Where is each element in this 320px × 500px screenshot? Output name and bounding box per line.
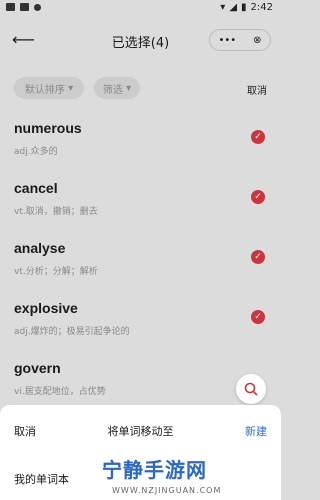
title-bar: ⟵ 已选择(4) ••• ⊗ xyxy=(0,22,281,58)
status-time: 2:42 xyxy=(250,2,273,13)
checkmark-icon[interactable]: ✓ xyxy=(251,250,265,264)
list-item[interactable]: explosive adj.爆炸的；极易引起争论的 ✓ xyxy=(0,300,281,360)
more-dots-icon[interactable]: ••• xyxy=(218,35,236,46)
list-item[interactable]: numerous adj.众多的 ✓ xyxy=(0,120,281,180)
chevron-down-icon: ▾ xyxy=(64,82,74,94)
word-text: numerous xyxy=(14,120,82,136)
word-definition: vi.居支配地位，占优势 xyxy=(14,387,106,397)
watermark-logo: 宁静手游网 WWW.NZJINGUAN.COM xyxy=(100,452,278,500)
search-icon xyxy=(244,382,258,396)
wordbook-option[interactable]: 我的单词本 xyxy=(14,471,69,487)
checkmark-icon[interactable]: ✓ xyxy=(251,190,265,204)
checkmark-icon[interactable]: ✓ xyxy=(251,310,265,324)
sheet-title: 将单词移动至 xyxy=(107,425,174,438)
word-definition: adj.众多的 xyxy=(14,147,58,157)
gmail-icon xyxy=(6,3,15,11)
sort-dropdown[interactable]: 默认排序 ▾ xyxy=(14,77,84,99)
status-right: ▾ ◢ ▮ 2:42 xyxy=(220,2,273,13)
close-circle-icon[interactable]: ⊗ xyxy=(253,35,261,46)
word-text: explosive xyxy=(14,300,78,316)
checkmark-icon[interactable]: ✓ xyxy=(251,130,265,144)
sort-label: 默认排序 xyxy=(24,84,65,96)
filter-bar: 默认排序 ▾ 筛选 ▾ 取消 xyxy=(0,74,281,102)
cancel-selection-button[interactable]: 取消 xyxy=(247,82,267,97)
mini-program-capsule: ••• ⊗ xyxy=(209,29,271,51)
image-icon xyxy=(20,3,29,11)
watermark-url: WWW.NZJINGUAN.COM xyxy=(112,486,222,495)
word-definition: vt.取消，撤销；删去 xyxy=(14,207,98,217)
list-item[interactable]: cancel vt.取消，撤销；删去 ✓ xyxy=(0,180,281,240)
filter-label: 筛选 xyxy=(102,84,123,96)
signal-icon: ◢ xyxy=(229,2,238,13)
word-definition: vt.分析；分解；解析 xyxy=(14,267,98,277)
word-text: cancel xyxy=(14,180,58,196)
filter-dropdown[interactable]: 筛选 ▾ xyxy=(94,77,140,99)
notification-icon xyxy=(34,3,41,11)
word-text: govern xyxy=(14,360,61,376)
status-left-icons xyxy=(6,3,41,11)
watermark-brand: 宁静手游网 xyxy=(102,458,207,482)
wifi-icon: ▾ xyxy=(220,2,226,13)
list-item[interactable]: analyse vt.分析；分解；解析 ✓ xyxy=(0,240,281,300)
battery-icon: ▮ xyxy=(241,2,247,13)
new-wordbook-button[interactable]: 新建 xyxy=(245,423,267,439)
word-text: analyse xyxy=(14,240,66,256)
search-button[interactable] xyxy=(236,374,266,404)
status-bar: ▾ ◢ ▮ 2:42 xyxy=(0,0,281,18)
chevron-down-icon: ▾ xyxy=(122,82,132,94)
word-definition: adj.爆炸的；极易引起争论的 xyxy=(14,327,130,337)
